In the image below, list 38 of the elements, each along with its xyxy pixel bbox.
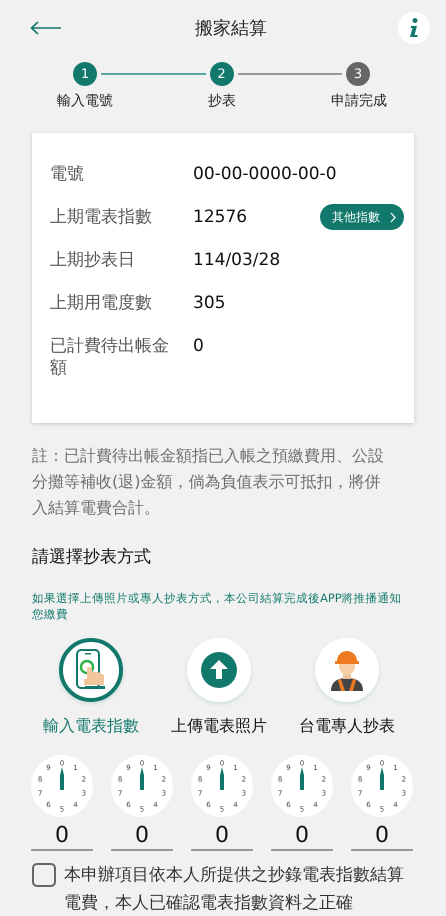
step-number: 1 — [73, 62, 97, 86]
field-label: 電號 — [50, 163, 85, 185]
worker-icon — [329, 649, 365, 691]
method-option[interactable]: 輸入電表指數 — [30, 638, 152, 737]
info-button[interactable] — [398, 12, 430, 44]
info-icon — [409, 18, 419, 38]
hint-text: 如果選擇上傳照片或專人抄表方式，本公司結算完成後APP將推播通知您繳費 — [32, 590, 402, 622]
step-label: 抄表 — [207, 92, 237, 110]
step-number: 3 — [346, 62, 370, 86]
field-label: 上期用電度數 — [50, 292, 153, 314]
agreement-text: 本申辦項目依本人所提供之抄錄電表指數結算電費，本人已確認電表指數資料之正確 — [64, 864, 405, 915]
page-title: 搬家結算 — [195, 17, 267, 40]
back-arrow-icon — [30, 21, 62, 35]
field-label: 已計費待出帳金額 — [50, 335, 170, 379]
field-value: 12576 — [193, 206, 248, 228]
digit-input[interactable]: 0 — [271, 823, 333, 851]
field-value: 114/03/28 — [193, 249, 282, 271]
method-option[interactable]: 上傳電表照片 — [158, 638, 280, 737]
method-option[interactable]: 台電專人抄表 — [286, 638, 408, 737]
agreement-checkbox[interactable] — [32, 863, 56, 887]
field-value: 0 — [193, 335, 205, 357]
field-value: 305 — [193, 292, 226, 314]
digit-input[interactable]: 0 — [191, 823, 253, 851]
field-label: 上期電表指數 — [50, 206, 153, 228]
step-number: 2 — [210, 62, 234, 86]
chevron-right-icon — [390, 212, 396, 222]
field-value: 00-00-0000-00-0 — [193, 163, 338, 185]
digit-input[interactable]: 0 — [351, 823, 413, 851]
note-text: 註：已計費待出帳金額指已入帳之預繳費用、公設分攤等補收(退)金額，倘為負值表示可抵扣，將併入結算電費合計。 — [32, 445, 385, 519]
phone-tap-icon — [75, 649, 107, 691]
section-heading: 請選擇抄表方式 — [32, 546, 152, 568]
digit-input[interactable]: 0 — [111, 823, 173, 851]
field-label: 上期抄表日 — [50, 249, 136, 271]
step-label: 申請完成 — [330, 92, 388, 110]
step-label: 輸入電號 — [56, 92, 114, 110]
digit-input[interactable]: 0 — [31, 823, 93, 851]
upload-icon — [201, 652, 237, 688]
other-readings-button[interactable]: 其他指數 — [320, 204, 404, 230]
